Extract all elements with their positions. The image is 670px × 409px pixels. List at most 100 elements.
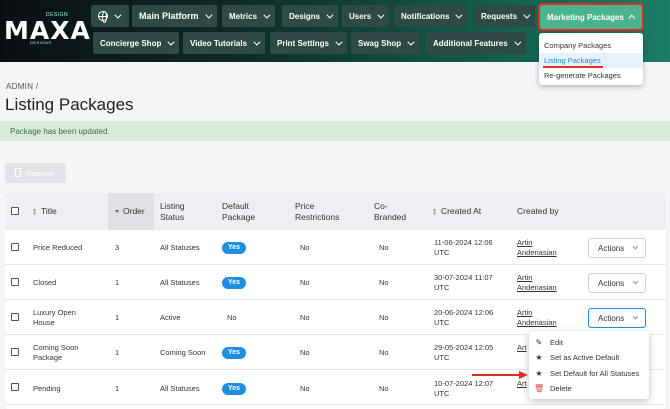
action-set-active-default[interactable]: ★ Set as Active Default	[529, 350, 649, 365]
chevron-down-icon	[263, 11, 271, 19]
column-order[interactable]: Order	[108, 193, 154, 230]
actions-dropdown-open[interactable]: Actions	[588, 308, 646, 328]
marketing-packages-menu: Company Packages Listing Packages Re-gen…	[539, 33, 643, 85]
cell-status: All Statuses	[160, 243, 200, 252]
highlight-underline	[543, 66, 603, 68]
cell-status: All Statuses	[160, 278, 200, 287]
chevron-down-icon	[204, 11, 212, 19]
cell-order: 1	[115, 278, 120, 287]
actions-label: Actions	[598, 243, 625, 253]
cell-order: 1	[115, 384, 120, 393]
chevron-down-icon	[455, 11, 463, 19]
menu-item-company-packages[interactable]: Company Packages	[539, 38, 643, 53]
column-created-at-label: Created At	[440, 206, 482, 216]
action-label: Edit	[550, 338, 563, 347]
chevron-down-icon	[514, 38, 522, 46]
chevron-down-icon	[632, 243, 639, 250]
cell-cobranded: No	[379, 313, 389, 322]
chevron-down-icon	[114, 11, 122, 19]
default-badge: Yes	[222, 277, 246, 289]
remove-button[interactable]: Remove	[5, 163, 66, 183]
cell-cobranded: No	[379, 243, 389, 252]
nav-designs[interactable]: Designs	[282, 5, 339, 27]
actions-dropdown[interactable]: Actions	[588, 238, 646, 258]
cell-title: Closed	[33, 278, 57, 287]
action-label: Set Default for All Statuses	[550, 369, 640, 378]
row-checkbox[interactable]	[11, 278, 19, 286]
chevron-up-icon	[628, 14, 636, 22]
creator-link[interactable]: Artin Anderiasian	[517, 308, 572, 328]
nav-label: Video Tutorials	[190, 38, 248, 48]
column-title[interactable]: ▲ ▼ Title	[32, 193, 108, 230]
cell-cobranded: No	[379, 348, 389, 357]
cell-title: Price Reduced	[33, 243, 83, 252]
nav-main-platform[interactable]: Main Platform	[132, 5, 217, 27]
cell-created-at: 11-06-2024 12:06 UTC	[434, 238, 493, 257]
table-row: Luxury Open House 1 Active No No No 20-0…	[5, 300, 665, 335]
row-checkbox[interactable]	[11, 348, 19, 356]
cell-order: 1	[115, 348, 120, 357]
actions-label: Actions	[598, 278, 625, 288]
creator-link[interactable]: Artin Anderiasian	[517, 273, 572, 293]
nav-metrics[interactable]: Metrics	[222, 5, 276, 27]
nav-marketing-packages[interactable]: Marketing Packages	[538, 3, 644, 31]
nav-label: Main Platform	[139, 11, 199, 21]
nav-label: Designs	[289, 11, 321, 21]
action-label: Delete	[550, 384, 572, 393]
column-price-restrictions: Price Restrictions	[295, 193, 355, 230]
maxa-logo[interactable]: DESIGN MAXA DESIGNS	[4, 10, 90, 48]
cell-price: No	[300, 384, 310, 393]
nav-concierge-shop[interactable]: Concierge Shop	[93, 32, 180, 54]
cell-price: No	[300, 348, 310, 357]
nav-swag-shop[interactable]: Swag Shop	[351, 32, 420, 54]
nav-label: Requests	[481, 11, 518, 21]
column-created-by-label: Created by	[517, 206, 559, 216]
action-delete[interactable]: 🗑 Delete	[529, 381, 649, 396]
nav-users[interactable]: Users	[342, 5, 390, 27]
chevron-down-icon	[167, 38, 175, 46]
actions-dropdown[interactable]: Actions	[588, 273, 646, 293]
table-header: ▲ ▼ Title Order Listing Status Default Pa…	[5, 193, 665, 230]
row-checkbox[interactable]	[11, 383, 19, 391]
star-icon: ★	[535, 369, 543, 378]
nav-video-tutorials[interactable]: Video Tutorials	[183, 32, 266, 54]
nav-label: Metrics	[229, 11, 258, 21]
cell-created-at: 20-06-2024 12:06 UTC	[434, 308, 494, 327]
creator-link[interactable]: Art	[517, 343, 527, 353]
breadcrumb[interactable]: ADMIN /	[6, 82, 38, 91]
action-edit[interactable]: ✎ Edit	[529, 335, 649, 350]
row-checkbox[interactable]	[11, 313, 19, 321]
column-listing-status-label: Listing Status	[160, 200, 185, 222]
default-badge: Yes	[222, 242, 246, 254]
actions-menu: ✎ Edit ★ Set as Active Default ★ Set Def…	[529, 331, 649, 399]
column-created-by: Created by	[517, 193, 577, 230]
chevron-down-icon	[632, 313, 639, 320]
language-dropdown[interactable]	[91, 5, 129, 27]
nav-requests[interactable]: Requests	[474, 5, 536, 27]
cell-order: 1	[115, 313, 120, 322]
actions-label: Actions	[598, 313, 625, 323]
table-row: Closed 1 All Statuses Yes No No 30-07-20…	[5, 265, 665, 300]
row-checkbox[interactable]	[11, 243, 19, 251]
table-row: Price Reduced 3 All Statuses Yes No No 1…	[5, 230, 665, 265]
chevron-down-icon	[253, 38, 261, 46]
nav-print-settings[interactable]: Print Settings	[270, 32, 348, 54]
column-created-at[interactable]: ▲ ▼ Created At	[432, 193, 512, 230]
pencil-icon: ✎	[535, 338, 543, 347]
cell-order: 3	[115, 243, 120, 252]
nav-notifications[interactable]: Notifications	[394, 5, 468, 27]
column-co-branded-label: Co-Branded	[374, 200, 407, 222]
cell-default: No	[227, 313, 237, 322]
cell-status: Active	[160, 313, 181, 322]
column-title-label: Title	[40, 206, 57, 216]
remove-label: Remove	[26, 168, 54, 178]
creator-link[interactable]: Art	[517, 379, 527, 389]
column-price-restrictions-label: Price Restrictions	[295, 200, 340, 222]
star-icon: ★	[535, 353, 543, 362]
select-all-checkbox[interactable]	[11, 207, 19, 215]
nav-additional-features[interactable]: Additional Features	[426, 32, 526, 54]
creator-link[interactable]: Artin Anderiasian	[517, 238, 572, 258]
logo-small-bottom: DESIGNS	[30, 40, 52, 45]
action-set-default-all-statuses[interactable]: ★ Set Default for All Statuses	[529, 366, 649, 381]
menu-item-regenerate-packages[interactable]: Re-generate Packages	[539, 68, 643, 83]
